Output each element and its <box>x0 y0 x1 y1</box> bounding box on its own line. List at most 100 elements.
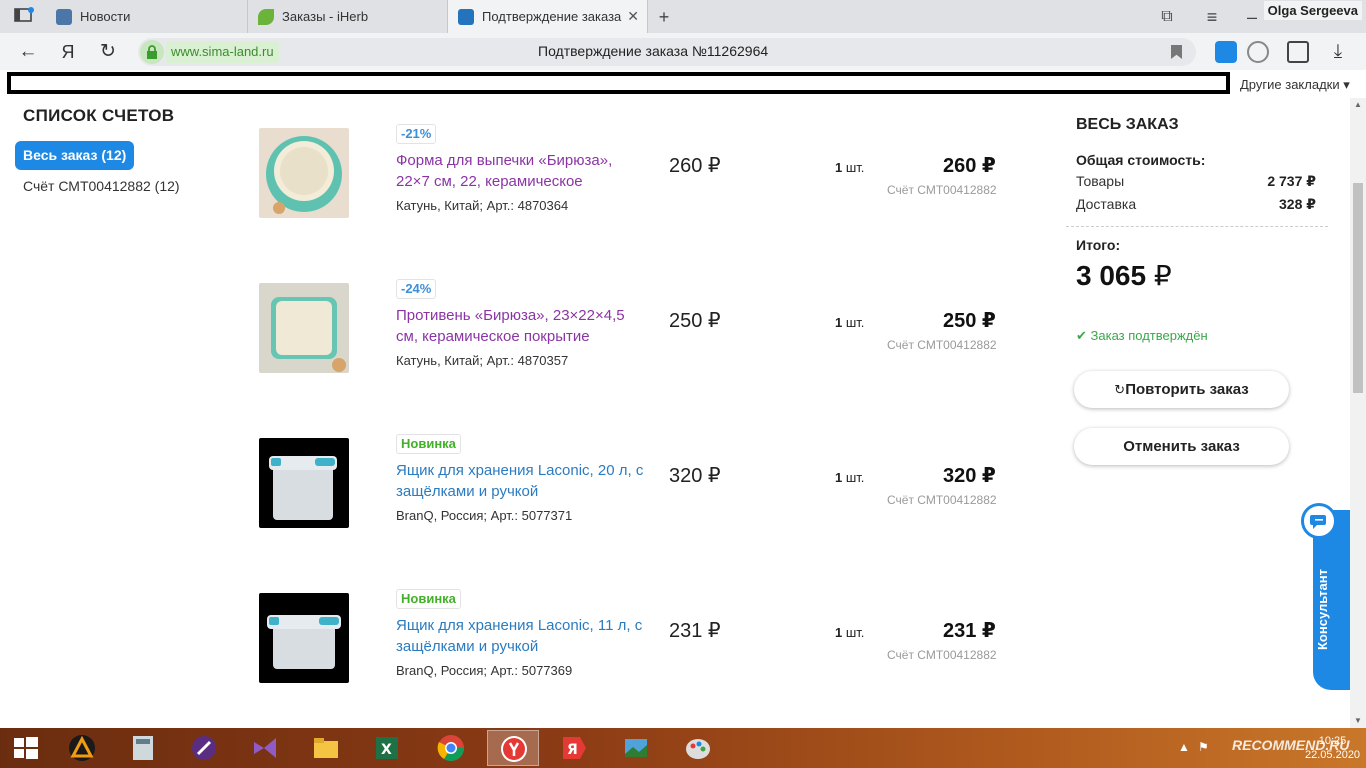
unit-price: 260 ₽ <box>669 155 721 177</box>
chat-icon[interactable] <box>1301 503 1337 539</box>
quantity-unit: шт. <box>845 470 865 485</box>
unit-price: 231 ₽ <box>669 620 721 642</box>
line-total: 260 ₽ <box>943 155 996 177</box>
watermark: RECOMMEND.RU <box>1232 737 1350 753</box>
chrome-icon[interactable] <box>425 730 477 766</box>
scroll-up-icon[interactable]: ▲ <box>1354 100 1362 109</box>
download-icon[interactable]: ⤓ <box>1326 40 1350 64</box>
file-explorer-icon[interactable] <box>300 730 352 766</box>
extension-paw-icon[interactable] <box>1215 41 1237 63</box>
delivery-row: Доставка 328 ₽ <box>1076 196 1316 212</box>
invoice-link[interactable]: Счёт СМТ00412882 (12) <box>23 178 180 194</box>
scroll-down-icon[interactable]: ▼ <box>1354 716 1362 725</box>
product-row: Новинка Ящик для хранения Laconic, 11 л,… <box>259 589 1019 713</box>
product-invoice: Счёт СМТ00412882 <box>887 648 997 662</box>
reload-icon[interactable]: ↻ <box>96 40 120 64</box>
tab-order-confirmation[interactable]: Подтверждение заказа ✕ <box>448 0 648 33</box>
product-image[interactable] <box>259 283 349 373</box>
order-status-text: Заказ подтверждён <box>1090 328 1208 343</box>
product-image[interactable] <box>259 593 349 683</box>
unit-price: 250 ₽ <box>669 310 721 332</box>
translate-icon[interactable] <box>1287 41 1309 63</box>
discount-badge: -24% <box>396 279 437 299</box>
cancel-order-label: Отменить заказ <box>1123 438 1240 455</box>
all-orders-button[interactable]: Весь заказ (12) <box>15 141 135 170</box>
product-name-link[interactable]: Ящик для хранения Laconic, 20 л, с защёл… <box>396 460 646 502</box>
tab-close-icon[interactable]: ✕ <box>627 8 639 25</box>
navigation-bar: ← Я ↻ www.sima-land.ru Подтверждение зак… <box>0 33 1366 70</box>
user-name[interactable]: Olga Sergeeva <box>1263 1 1362 20</box>
quantity-unit: шт. <box>845 315 865 330</box>
collections-icon[interactable]: ⧉ <box>1155 5 1179 29</box>
lock-icon[interactable] <box>140 40 164 64</box>
tab-title: Подтверждение заказа <box>482 9 622 24</box>
minimize-icon[interactable]: – <box>1240 5 1264 29</box>
browser-launcher-icon[interactable] <box>178 730 230 766</box>
invoice-list-title: СПИСОК СЧЕТОВ <box>23 106 175 125</box>
repeat-order-button[interactable]: ↻Повторить заказ <box>1074 371 1289 408</box>
summary-title: ВЕСЬ ЗАКАЗ <box>1076 116 1179 133</box>
visual-studio-icon[interactable] <box>239 730 291 766</box>
repeat-icon: ↻ <box>1114 382 1126 397</box>
quantity-value: 1 <box>835 315 843 330</box>
network-icon[interactable]: ⚑ <box>1198 740 1209 754</box>
bookmark-icon[interactable] <box>1171 45 1182 59</box>
back-icon[interactable]: ← <box>16 40 40 64</box>
line-total: 320 ₽ <box>943 465 996 487</box>
order-status: ✔ Заказ подтверждён <box>1076 328 1208 344</box>
redacted-bookmarks <box>7 72 1230 94</box>
order-total-value: 3 065 <box>1076 260 1147 291</box>
scrollbar[interactable]: ▲ ▼ <box>1350 98 1366 728</box>
yandex-app-icon[interactable]: Я <box>548 730 600 766</box>
url-domain[interactable]: www.sima-land.ru <box>166 41 279 63</box>
product-meta: BranQ, Россия; Арт.: 5077371 <box>396 508 573 523</box>
avast-icon[interactable] <box>56 730 108 766</box>
tray-arrow-icon[interactable]: ▲ <box>1178 740 1190 754</box>
discount-badge: -21% <box>396 124 437 144</box>
new-badge: Новинка <box>396 434 461 454</box>
address-bar[interactable]: www.sima-land.ru Подтверждение заказа №1… <box>138 38 1196 66</box>
yandex-browser-icon[interactable] <box>487 730 539 766</box>
scroll-thumb[interactable] <box>1353 183 1363 393</box>
tab-iherb-orders[interactable]: Заказы - iHerb <box>248 0 448 33</box>
product-invoice: Счёт СМТ00412882 <box>887 338 997 352</box>
paint-icon[interactable] <box>672 730 724 766</box>
quantity-value: 1 <box>835 625 843 640</box>
product-name-link[interactable]: Ящик для хранения Laconic, 11 л, с защёл… <box>396 615 646 657</box>
product-meta: Катунь, Китай; Арт.: 4870357 <box>396 353 569 368</box>
menu-icon[interactable]: ≡ <box>1200 5 1224 29</box>
consultant-label[interactable]: Консультант <box>1315 569 1330 650</box>
product-meta: Катунь, Китай; Арт.: 4870364 <box>396 198 569 213</box>
unit-price: 320 ₽ <box>669 465 721 487</box>
goods-row: Товары 2 737 ₽ <box>1076 173 1316 189</box>
product-image[interactable] <box>259 128 349 218</box>
product-name-link[interactable]: Форма для выпечки «Бирюза», 22×7 см, 22,… <box>396 150 646 192</box>
other-bookmarks[interactable]: Другие закладки ▾ <box>1240 77 1350 93</box>
quantity-unit: шт. <box>845 160 865 175</box>
excel-icon[interactable]: X <box>361 730 413 766</box>
start-button[interactable] <box>0 730 52 766</box>
delivery-value: 328 ₽ <box>1279 196 1316 212</box>
product-name-link[interactable]: Противень «Бирюза», 23×22×4,5 см, керами… <box>396 305 646 347</box>
globe-icon[interactable] <box>1247 41 1269 63</box>
cancel-order-button[interactable]: Отменить заказ <box>1074 428 1289 465</box>
repeat-order-label: Повторить заказ <box>1125 381 1249 398</box>
quantity: 1 шт. <box>835 470 864 485</box>
check-icon: ✔ <box>1076 328 1087 343</box>
new-tab-button[interactable]: + <box>652 5 676 29</box>
other-bookmarks-label: Другие закладки <box>1240 77 1340 92</box>
calculator-icon[interactable] <box>117 730 169 766</box>
vk-icon <box>56 8 72 25</box>
tab-strip: Новости Заказы - iHerb Подтверждение зак… <box>0 0 1366 33</box>
yandex-icon[interactable]: Я <box>56 40 80 64</box>
tab-news[interactable]: Новости <box>46 0 248 33</box>
quantity: 1 шт. <box>835 625 864 640</box>
delivery-label: Доставка <box>1076 196 1137 212</box>
tab-manager-icon[interactable] <box>12 5 36 29</box>
product-image[interactable] <box>259 438 349 528</box>
product-row: -24% Противень «Бирюза», 23×22×4,5 см, к… <box>259 279 1019 403</box>
summary-subtitle: Общая стоимость: <box>1076 152 1206 168</box>
photos-icon[interactable] <box>610 730 662 766</box>
svg-text:X: X <box>381 742 392 758</box>
goods-value: 2 737 ₽ <box>1267 173 1316 189</box>
